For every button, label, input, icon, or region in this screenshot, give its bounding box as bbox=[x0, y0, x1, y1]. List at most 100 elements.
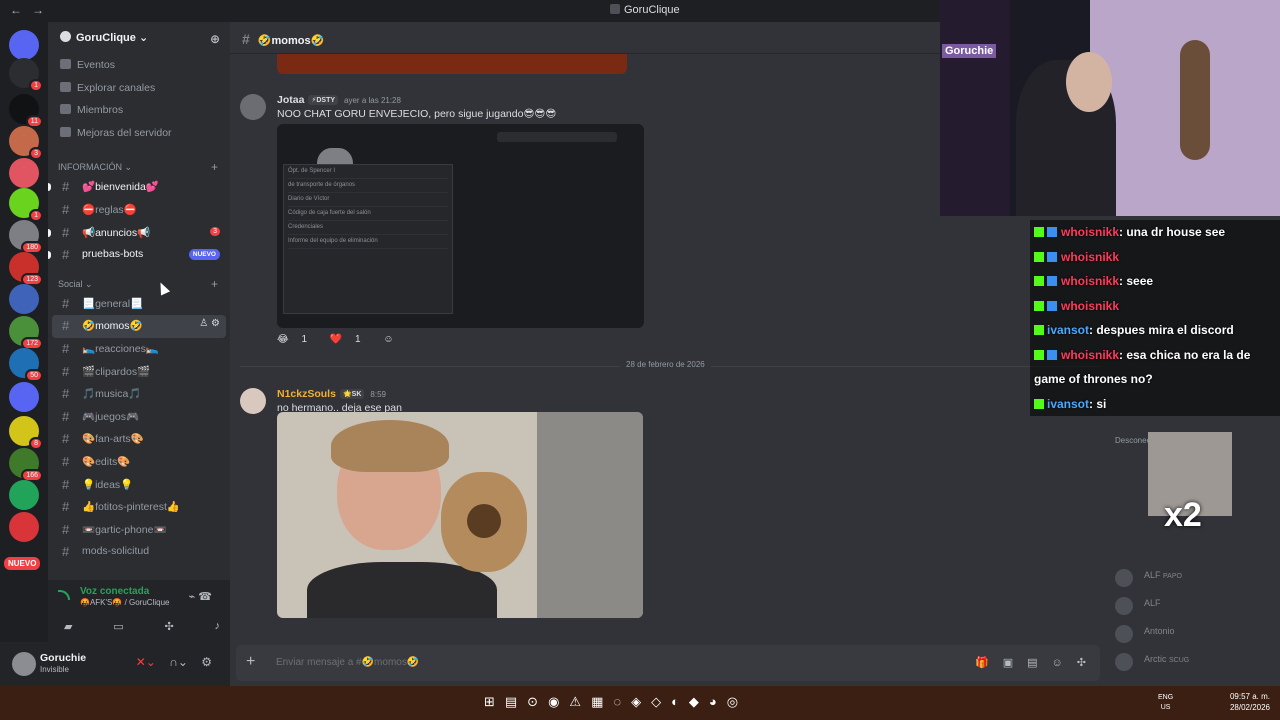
chat-username: ivansot bbox=[1047, 323, 1090, 337]
server-icon[interactable]: 166 bbox=[9, 448, 43, 482]
member-item[interactable]: ALF bbox=[1104, 593, 1280, 621]
server-header[interactable]: GoruClique ⌄ ⊕ bbox=[48, 22, 230, 54]
language-indicator[interactable]: ENG US bbox=[1158, 693, 1173, 713]
channel-item[interactable]: # pruebas-bots NUEVO bbox=[48, 244, 226, 267]
member-tag: PAPO bbox=[1163, 573, 1182, 580]
sidebar-menu-item[interactable]: Explorar canales bbox=[48, 77, 230, 100]
headphones-icon[interactable]: ∩⌄ bbox=[169, 655, 188, 669]
author-avatar[interactable] bbox=[240, 388, 266, 414]
sidebar-menu-item[interactable]: Mejoras del servidor bbox=[48, 122, 230, 145]
chat-line: whoisnikk: una dr house see bbox=[1030, 220, 1280, 245]
add-attachment-icon[interactable]: + bbox=[246, 653, 255, 671]
nav-arrows[interactable]: ← → bbox=[10, 3, 54, 17]
channel-item[interactable]: # 🤣momos🤣 ♙ ⚙ bbox=[52, 315, 226, 338]
chat-message: : despues mira el discord bbox=[1089, 323, 1234, 337]
gift-icon[interactable]: 🎁 bbox=[975, 657, 989, 669]
forward-arrow-icon[interactable]: → bbox=[32, 3, 44, 17]
voice-controls: ⌁ ☎ bbox=[189, 590, 212, 603]
chat-username: ivansot bbox=[1047, 396, 1090, 411]
channel-item[interactable]: # 🎬clipardos🎬 bbox=[52, 361, 226, 384]
channel-item[interactable]: # 💕bienvenida💕 bbox=[48, 176, 226, 199]
server-icon[interactable] bbox=[9, 480, 39, 510]
server-icon[interactable] bbox=[9, 158, 39, 188]
member-item[interactable]: Arctic SCUG bbox=[1104, 649, 1280, 677]
taskbar-apps[interactable]: ⊞▤⊙◉⚠▦◌◈◇◐◆◕◎ bbox=[484, 694, 748, 710]
channel-item[interactable]: # 🎨edits🎨 bbox=[52, 451, 226, 474]
channel-item[interactable]: # ⛔reglas⛔ bbox=[52, 199, 226, 222]
game-screenshot-image[interactable]: Ópt. de Spencer Ide transporte de órgano… bbox=[277, 124, 644, 328]
server-icon[interactable]: 8 bbox=[9, 416, 43, 450]
mic-muted-icon[interactable]: ✕⌄ bbox=[136, 655, 156, 669]
avatar[interactable] bbox=[12, 652, 36, 676]
hash-icon: # bbox=[62, 363, 70, 379]
soundboard-icon[interactable]: ♪ bbox=[214, 620, 220, 633]
server-icon[interactable] bbox=[9, 382, 39, 412]
server-icon[interactable]: 172 bbox=[9, 316, 43, 350]
add-reaction-icon[interactable]: ☺ bbox=[383, 334, 393, 345]
server-icon[interactable]: 1 bbox=[9, 58, 43, 92]
mention-badge: 3 bbox=[210, 226, 220, 236]
category-header[interactable]: Social ⌄ + bbox=[48, 273, 230, 293]
clock[interactable]: 09:57 a. m. 28/02/2026 bbox=[1230, 691, 1270, 713]
gif-icon[interactable]: ▣ bbox=[1003, 657, 1013, 669]
menu-item-label: Explorar canales bbox=[77, 81, 156, 94]
user-panel: Goruchie Invisible ✕⌄ ∩⌄ ⚙ bbox=[0, 642, 230, 686]
inventory-row: Diario de Víctor bbox=[288, 193, 448, 207]
channel-item[interactable]: # 📃general📃 bbox=[52, 293, 226, 316]
reaction-laugh[interactable]: 😂 1 bbox=[277, 334, 317, 345]
member-item[interactable]: Antonio bbox=[1104, 621, 1280, 649]
member-name: ALF bbox=[1144, 598, 1161, 608]
channel-item[interactable]: # 📢anuncios📢 3 bbox=[48, 222, 226, 245]
server-icon[interactable] bbox=[9, 512, 39, 542]
inventory-row: Código de caja fuerte del salón bbox=[288, 207, 448, 221]
camera-off-icon[interactable]: ▰ bbox=[64, 620, 72, 633]
channel-item[interactable]: # 🎨fan-arts🎨 bbox=[52, 428, 226, 451]
server-icon[interactable]: 11 bbox=[9, 94, 43, 128]
emoji-icon[interactable]: ☺ bbox=[1052, 657, 1063, 669]
reaction-heart[interactable]: ❤️ 1 bbox=[330, 334, 371, 345]
sidebar-menu-item[interactable]: Miembros bbox=[48, 99, 230, 122]
server-icon[interactable] bbox=[9, 284, 39, 314]
author-avatar[interactable] bbox=[240, 94, 266, 120]
category-header[interactable]: INFORMACIÓN ⌄ + bbox=[48, 156, 230, 176]
invite-people-icon[interactable]: ⊕ bbox=[210, 32, 220, 46]
channel-item[interactable]: # 🎮juegos🎮 bbox=[52, 406, 226, 429]
member-item[interactable]: ALF PAPO bbox=[1104, 565, 1280, 593]
server-name: GoruClique ⌄ bbox=[76, 32, 149, 44]
channel-settings-icon[interactable]: ⚙ bbox=[211, 318, 220, 329]
channel-item[interactable]: # mods-solicitud bbox=[52, 541, 226, 564]
settings-gear-icon[interactable]: ⚙ bbox=[201, 655, 212, 669]
message-input[interactable]: Enviar mensaje a #🤣momos🤣 bbox=[276, 657, 419, 668]
message-author[interactable]: Jotaa ⚡DSTY ayer a las 21:28 bbox=[277, 94, 401, 106]
message-author[interactable]: N1ckzSouls 🌟SK 8:59 bbox=[277, 388, 386, 400]
channel-item[interactable]: # 🎵musica🎵 bbox=[52, 383, 226, 406]
disconnect-icon[interactable]: ☎ bbox=[198, 591, 212, 603]
channel-title: 🤣momos🤣 bbox=[257, 35, 325, 47]
inventory-row: Ópt. de Spencer I bbox=[288, 165, 448, 179]
channel-item[interactable]: # 👍fotitos-pinterest👍 bbox=[52, 496, 226, 519]
channel-item[interactable]: # 📼gartic-phone📼 bbox=[52, 519, 226, 542]
noise-suppression-icon[interactable]: ⌁ bbox=[189, 591, 196, 603]
server-icon[interactable] bbox=[9, 30, 39, 60]
screen-share-icon[interactable]: ▭ bbox=[113, 620, 123, 633]
invite-icon[interactable]: ♙ bbox=[199, 318, 208, 329]
channel-item[interactable]: # 🛌reacciones🛌 bbox=[52, 338, 226, 361]
verified-badge-icon bbox=[1047, 349, 1057, 360]
create-channel-icon[interactable]: + bbox=[211, 277, 218, 291]
server-icon[interactable]: 123 bbox=[9, 252, 43, 286]
activities-icon[interactable]: ✣ bbox=[164, 620, 173, 633]
menu-item-label: Mejoras del servidor bbox=[77, 126, 172, 139]
previous-image[interactable] bbox=[277, 54, 627, 74]
photo-image[interactable] bbox=[277, 412, 643, 618]
sidebar-menu-item[interactable]: Eventos bbox=[48, 54, 230, 77]
apps-icon[interactable]: ✣ bbox=[1077, 657, 1086, 669]
create-channel-icon[interactable]: + bbox=[211, 160, 218, 174]
server-icon[interactable]: 180 bbox=[9, 220, 43, 254]
hash-icon: # bbox=[62, 521, 70, 537]
server-icon[interactable]: 1 bbox=[9, 188, 43, 222]
server-icon[interactable]: 3 bbox=[9, 126, 43, 160]
server-icon[interactable]: 50 bbox=[9, 348, 43, 382]
channel-item[interactable]: # 💡ideas💡 bbox=[52, 474, 226, 497]
back-arrow-icon[interactable]: ← bbox=[10, 3, 22, 17]
sticker-icon[interactable]: ▤ bbox=[1027, 657, 1037, 669]
